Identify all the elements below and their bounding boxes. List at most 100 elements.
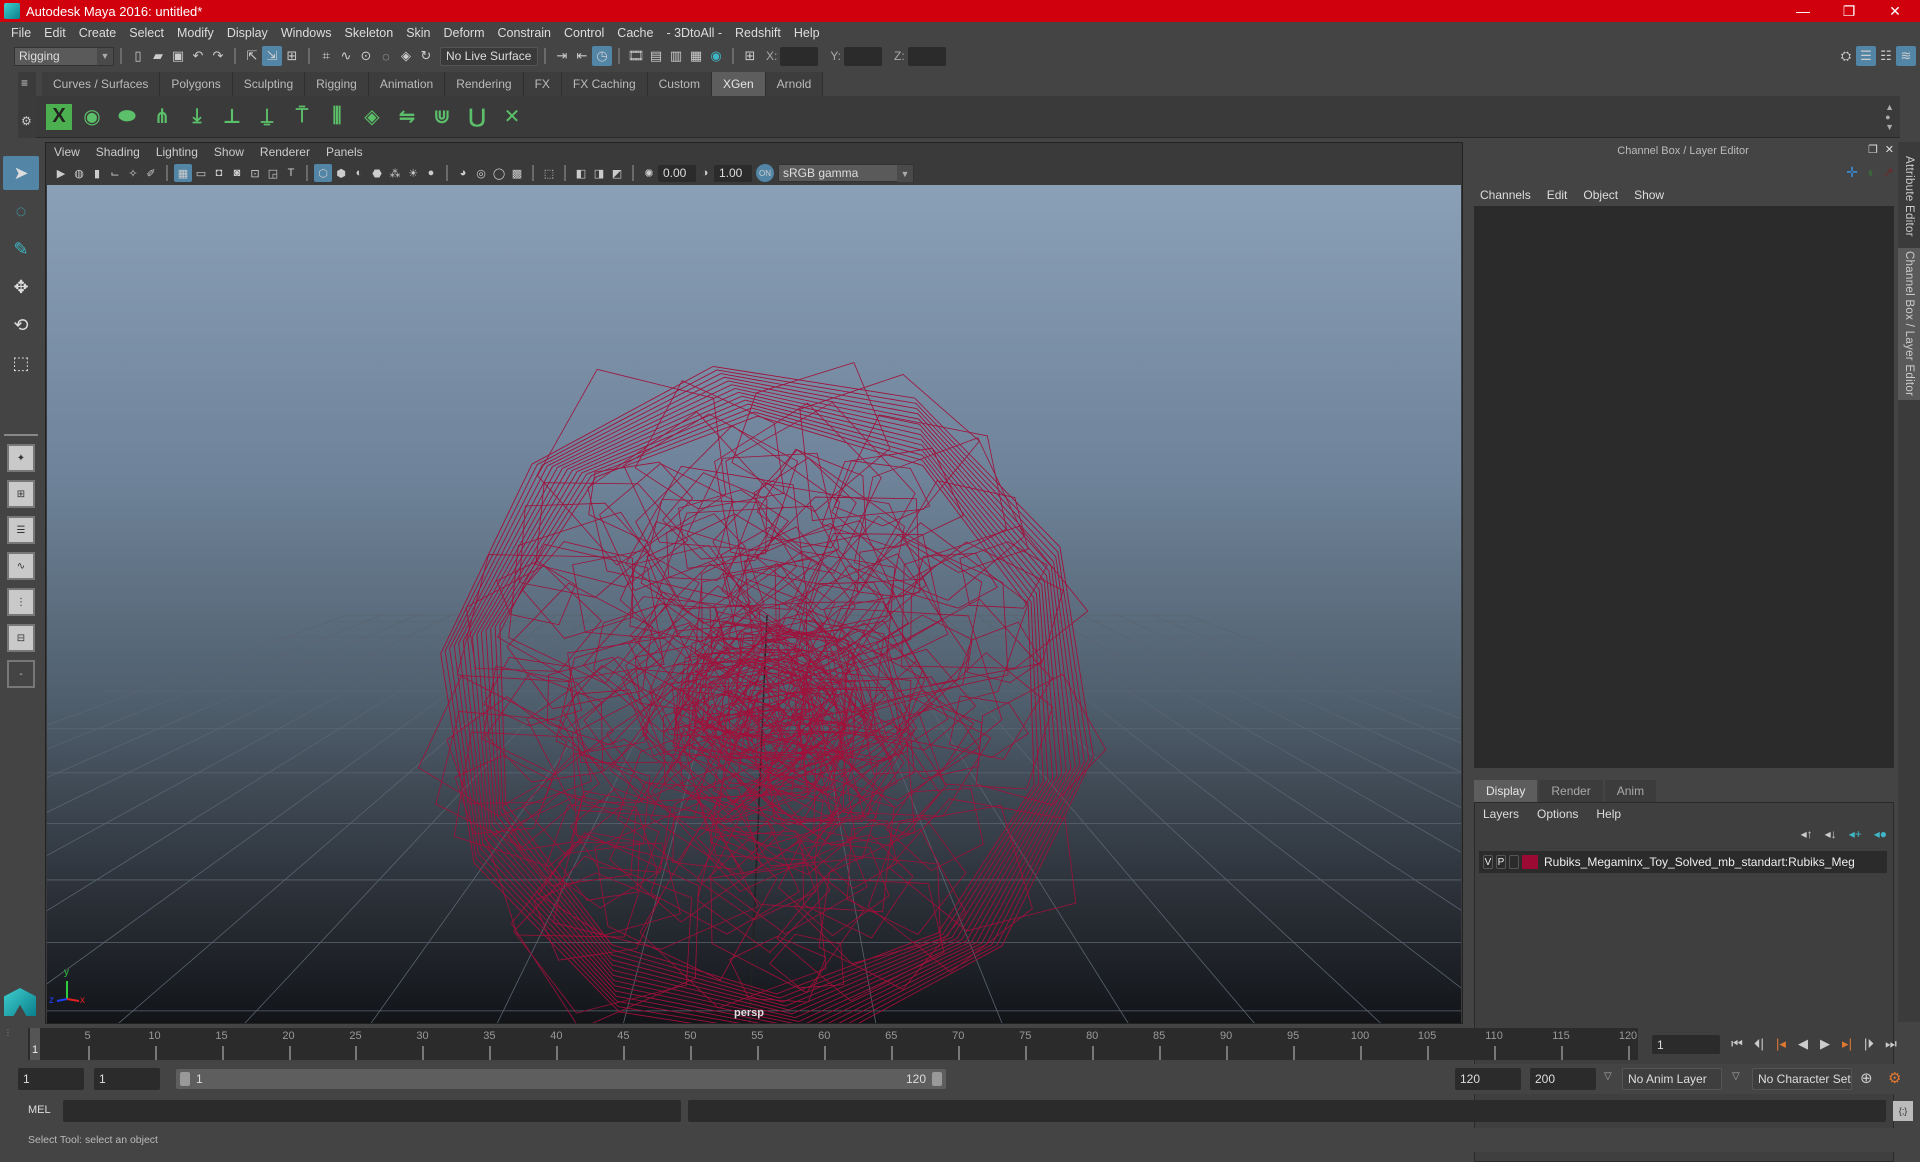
step-forward-frame-icon[interactable]: |⏵︎ [1858,1034,1880,1054]
image-plane-icon[interactable]: ⌙ [106,164,124,182]
select-component-icon[interactable]: ⊞ [282,46,302,66]
live-surface-field[interactable]: No Live Surface [440,46,538,66]
snap-pivot-icon[interactable]: ↻ [416,46,436,66]
float-panel-icon[interactable]: ❐ [1868,143,1878,156]
motion-blur-icon[interactable]: ◎ [472,164,490,182]
current-frame-marker[interactable]: 1 [30,1028,40,1060]
snap-view-icon[interactable]: ◌ [376,46,396,66]
smooth-shade-icon[interactable]: ⬢ [332,164,350,182]
menu-file[interactable]: File [6,26,39,40]
menu-constrain[interactable]: Constrain [493,26,560,40]
start-time-field[interactable]: 1 [18,1068,84,1090]
menu-cache[interactable]: Cache [612,26,661,40]
plant-guide-icon[interactable]: ⍊ [252,101,282,133]
tab-display[interactable]: Display [1474,780,1538,802]
menu-show[interactable]: Show [1634,188,1664,202]
layout-more-button[interactable]: - [7,660,35,688]
go-to-end-icon[interactable]: ⏭ [1880,1034,1902,1054]
graph-editor-layout-icon[interactable]: ∿ [7,552,35,580]
menu-help[interactable]: Help [1596,807,1621,821]
playback-end-field[interactable]: 120 [1455,1068,1521,1090]
shelf-tab-sculpting[interactable]: Sculpting [232,72,306,96]
resolution-gate-icon[interactable]: ◘ [210,164,228,182]
camera-attributes-icon[interactable]: ◍ [70,164,88,182]
xray-joints-icon[interactable]: ◩ [608,164,626,182]
menu-skin[interactable]: Skin [401,26,438,40]
shelf-tab-fx[interactable]: FX [523,72,562,96]
xgen-editor-icon[interactable]: X [46,103,72,130]
layer-visibility-toggle[interactable]: V [1483,855,1493,869]
node-editor-layout-icon[interactable]: ⊟ [7,624,35,652]
tab-render[interactable]: Render [1539,780,1603,802]
menu-modify[interactable]: Modify [172,26,222,40]
shelf-settings-icon[interactable]: ⚙ [21,114,32,128]
shelf-tab-arnold[interactable]: Arnold [765,72,824,96]
3d-viewport[interactable]: y x z persp [47,185,1461,1023]
groom-select-icon[interactable]: ⋓ [427,101,457,133]
manipulator-icon[interactable]: ✛ [1846,164,1858,181]
render-view-icon[interactable]: 🎞 [626,46,646,66]
xgen-clear-icon[interactable]: ⬬ [112,101,142,133]
viewport-menu-shading[interactable]: Shading [96,145,140,159]
shelf-tab-polygons[interactable]: Polygons [160,72,233,96]
go-to-start-icon[interactable]: ⏮ [1726,1034,1748,1054]
shelf-tab-animation[interactable]: Animation [368,72,446,96]
gamma-icon[interactable]: ◑ [696,164,714,182]
move-layer-down-icon[interactable]: ◂↓ [1825,827,1837,841]
menu-windows[interactable]: Windows [276,26,340,40]
save-scene-icon[interactable]: ▣ [168,46,188,66]
scale-tool-icon[interactable]: ⬚ [3,346,39,380]
animation-preferences-icon[interactable]: ⚙ [1888,1069,1901,1087]
safe-action-icon[interactable]: ◲ [264,164,282,182]
snap-curve-icon[interactable]: ∿ [336,46,356,66]
layer-playback-toggle[interactable]: P [1496,855,1506,869]
select-hierarchy-icon[interactable]: ⇱ [242,46,262,66]
xray-active-icon[interactable]: ◨ [590,164,608,182]
new-scene-icon[interactable]: ▯ [128,46,148,66]
exposure-field[interactable]: 0.00 [658,164,696,182]
menu-edit[interactable]: Edit [39,26,74,40]
tab-anim[interactable]: Anim [1604,780,1657,802]
bake-guide-icon[interactable]: ⊥ [217,101,247,133]
two-d-pan-icon[interactable]: ✧ [124,164,142,182]
four-view-layout-icon[interactable]: ⊞ [7,480,35,508]
y-field[interactable] [844,46,883,66]
menuset-dropdown[interactable]: Rigging ▼ [14,46,114,66]
default-material-icon[interactable]: ◐ [350,164,368,182]
restore-button[interactable]: ❐ [1826,0,1872,22]
hypershade-icon[interactable]: ◉ [706,46,726,66]
wireframe-mesh[interactable] [417,362,1107,1023]
menu-control[interactable]: Control [559,26,612,40]
modeling-toolkit-icon[interactable]: ⛭ [1836,46,1856,66]
tab-channel-box-layer-editor[interactable]: Channel Box / Layer Editor [1898,248,1920,400]
move-tool-icon[interactable]: ✥ [3,270,39,304]
snap-point-icon[interactable]: ⊙ [356,46,376,66]
menu-deform[interactable]: Deform [439,26,493,40]
lasso-tool-icon[interactable]: ◌ [3,194,39,228]
range-slider[interactable]: 1 120 [176,1069,946,1089]
anti-aliasing-icon[interactable]: ◯ [490,164,508,182]
gate-mask-icon[interactable]: ◙ [228,164,246,182]
menu-object[interactable]: Object [1583,188,1618,202]
xgen-preview-icon[interactable]: ◉ [77,101,107,133]
tab-attribute-editor[interactable]: Attribute Editor [1898,148,1920,244]
shelf-menu-icon[interactable]: ≡ [21,76,28,90]
step-back-key-icon[interactable]: |◂ [1770,1034,1792,1054]
ipr-render-icon[interactable]: ▥ [666,46,686,66]
chevron-down-icon[interactable]: ▽ [1732,1071,1740,1082]
textured-icon[interactable]: ⁂ [386,164,404,182]
transform-input-icon[interactable]: ⊞ [740,46,760,66]
viewport-menu-panels[interactable]: Panels [326,145,363,159]
color-space-dropdown[interactable]: sRGB gamma ▼ [778,164,914,182]
menu-edit[interactable]: Edit [1547,188,1568,202]
shelf-tab-rendering[interactable]: Rendering [445,72,524,96]
x-field[interactable] [780,46,819,66]
play-forward-icon[interactable]: ▶ [1814,1034,1836,1054]
color-management-icon[interactable]: ON [756,164,774,182]
outliner-persp-layout-icon[interactable]: ☰ [7,516,35,544]
play-backward-icon[interactable]: ◀ [1792,1034,1814,1054]
select-object-icon[interactable]: ⇲ [262,46,282,66]
command-language-label[interactable]: MEL [28,1104,51,1116]
layer-color-swatch[interactable] [1522,855,1538,869]
playback-start-field[interactable]: 1 [94,1068,160,1090]
